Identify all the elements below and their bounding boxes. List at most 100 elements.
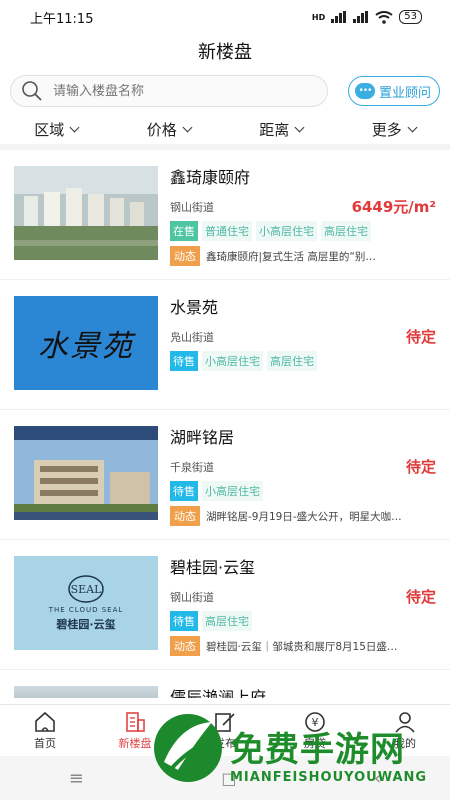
system-nav-bar: ≡ □ ‹ xyxy=(0,756,450,800)
listing-card[interactable]: 儒辰滟澜上府 xyxy=(0,670,450,698)
filter-more[interactable]: 更多 xyxy=(371,119,418,140)
status-badge: 待售 xyxy=(170,351,198,371)
listing-street: 千泉街道 xyxy=(170,460,214,474)
listing-tags: 待售 小高层住宅 xyxy=(170,481,436,501)
tab-new-homes[interactable]: 新楼盘 xyxy=(105,711,165,751)
listing-info: 碧桂园·云玺 钢山街道 待定 待售 高层住宅 动态 碧桂园·云玺｜邹城贵和展厅8… xyxy=(158,554,436,659)
listing-price: 待定 xyxy=(405,458,436,476)
status-badge: 待售 xyxy=(170,481,198,501)
listing-name: 儒辰滟澜上府 xyxy=(170,688,267,698)
listing-tags: 待售 小高层住宅 高层住宅 xyxy=(170,351,436,371)
yen-icon: ¥ xyxy=(305,711,325,732)
news-badge: 动态 xyxy=(170,246,200,266)
listing-price: 6449元/m² xyxy=(351,198,436,216)
listing-street: 凫山街道 xyxy=(170,330,214,344)
listing-price: 待定 xyxy=(405,588,436,606)
listing-card[interactable]: 水景苑 水景苑 凫山街道 待定 待售 小高层住宅 高层住宅 xyxy=(0,280,450,410)
user-icon xyxy=(395,711,415,733)
listing-photo xyxy=(14,166,158,260)
tab-mortgage[interactable]: ¥ 房贷 xyxy=(285,711,345,751)
tab-profile[interactable]: 我的 xyxy=(375,711,435,751)
listing-photo-text-en: THE CLOUD SEAL xyxy=(48,606,124,614)
tab-label: 新楼盘 xyxy=(118,736,152,750)
listing-list: 鑫琦康颐府 钢山街道 6449元/m² 在售 普通住宅 小高层住宅 高层住宅 动… xyxy=(0,150,450,698)
svg-text:SEAL: SEAL xyxy=(71,583,103,596)
filter-label: 区域 xyxy=(34,120,65,139)
search-icon xyxy=(22,81,42,101)
listing-photo xyxy=(14,426,158,520)
news-text: 鑫琦康颐府|复式生活 高层里的“别… xyxy=(206,250,376,263)
status-time: 上午11:15 xyxy=(30,11,94,27)
hd-signal-icon: HD xyxy=(311,12,326,22)
signal-icon xyxy=(331,11,347,23)
news-badge: 动态 xyxy=(170,506,200,526)
filter-price[interactable]: 价格 xyxy=(146,119,193,140)
filter-area[interactable]: 区域 xyxy=(34,119,80,140)
filter-label: 更多 xyxy=(371,120,402,139)
tab-label: 首页 xyxy=(34,736,56,750)
status-badge: 待售 xyxy=(170,611,198,631)
home-icon xyxy=(35,711,55,732)
wifi-icon xyxy=(375,10,393,24)
listing-info: 水景苑 凫山街道 待定 待售 小高层住宅 高层住宅 xyxy=(158,294,436,399)
listing-price: 待定 xyxy=(405,328,436,346)
listing-card[interactable]: 鑫琦康颐府 钢山街道 6449元/m² 在售 普通住宅 小高层住宅 高层住宅 动… xyxy=(0,150,450,280)
type-tag: 小高层住宅 xyxy=(202,481,263,501)
filter-distance[interactable]: 距离 xyxy=(259,119,305,140)
news-text: 湖畔铭居-9月19日-盛大公开，明星大咖… xyxy=(206,510,402,523)
listing-street: 钢山街道 xyxy=(170,200,214,214)
type-tag: 高层住宅 xyxy=(267,351,317,371)
filter-label: 距离 xyxy=(259,120,290,139)
status-bar: 上午11:15 HD 53 xyxy=(0,0,450,34)
listing-photo-text: 水景苑 xyxy=(38,329,134,364)
tab-label: 我的 xyxy=(394,736,416,750)
tab-label: 发布 xyxy=(214,736,236,750)
listing-tags: 待售 高层住宅 xyxy=(170,611,436,631)
listing-card[interactable]: 湖畔铭居 千泉街道 待定 待售 小高层住宅 动态 湖畔铭居-9月19日-盛大公开… xyxy=(0,410,450,540)
news-badge: 动态 xyxy=(170,636,200,656)
consultant-label: 置业顾问 xyxy=(378,85,431,101)
battery-icon: 53 xyxy=(399,10,422,24)
building-icon xyxy=(126,711,145,732)
listing-info: 湖畔铭居 千泉街道 待定 待售 小高层住宅 动态 湖畔铭居-9月19日-盛大公开… xyxy=(158,424,436,529)
listing-info: 鑫琦康颐府 钢山街道 6449元/m² 在售 普通住宅 小高层住宅 高层住宅 动… xyxy=(158,164,436,269)
search-box[interactable] xyxy=(10,75,328,107)
listing-news: 动态 碧桂园·云玺｜邹城贵和展厅8月15日盛… xyxy=(170,636,436,656)
search-input[interactable] xyxy=(53,83,283,99)
filter-label: 价格 xyxy=(146,120,177,139)
listing-news: 动态 鑫琦康颐府|复式生活 高层里的“别… xyxy=(170,246,436,266)
news-text: 碧桂园·云玺｜邹城贵和展厅8月15日盛… xyxy=(206,640,398,653)
type-tag: 高层住宅 xyxy=(202,611,252,631)
chevron-down-icon xyxy=(182,122,193,132)
seal-logo-icon: SEAL xyxy=(68,575,104,603)
search-row: ••• 置业顾问 xyxy=(0,68,450,114)
edit-icon xyxy=(215,712,235,732)
menu-icon[interactable]: ≡ xyxy=(69,768,84,789)
signal-icon-2 xyxy=(353,11,369,23)
listing-name: 碧桂园·云玺 xyxy=(170,558,256,577)
listing-tags: 在售 普通住宅 小高层住宅 高层住宅 xyxy=(170,221,436,241)
status-badge: 在售 xyxy=(170,221,198,241)
type-tag: 普通住宅 xyxy=(202,221,252,241)
consultant-button[interactable]: ••• 置业顾问 xyxy=(347,76,440,106)
tab-publish[interactable]: 发布 xyxy=(195,711,255,751)
listing-photo: SEAL THE CLOUD SEAL 碧桂园·云玺 xyxy=(14,556,158,650)
listing-name: 鑫琦康颐府 xyxy=(170,168,251,187)
filter-bar: 区域 价格 距离 更多 xyxy=(0,114,450,150)
home-button-icon[interactable]: □ xyxy=(221,769,236,788)
back-icon[interactable]: ‹ xyxy=(374,768,381,789)
listing-info: 儒辰滟澜上府 xyxy=(158,684,436,698)
listing-photo-text-cn: 碧桂园·云玺 xyxy=(56,618,116,631)
listing-name: 水景苑 xyxy=(170,298,219,317)
page-title: 新楼盘 xyxy=(198,42,252,63)
listing-photo xyxy=(14,686,158,698)
type-tag: 小高层住宅 xyxy=(256,221,317,241)
listing-news: 动态 湖畔铭居-9月19日-盛大公开，明星大咖… xyxy=(170,506,436,526)
chat-bubble-icon: ••• xyxy=(354,83,375,99)
type-tag: 高层住宅 xyxy=(321,221,371,241)
svg-text:¥: ¥ xyxy=(312,716,319,729)
chevron-down-icon xyxy=(294,122,305,132)
listing-card[interactable]: SEAL THE CLOUD SEAL 碧桂园·云玺 碧桂园·云玺 钢山街道 待… xyxy=(0,540,450,670)
tab-home[interactable]: 首页 xyxy=(15,711,75,751)
chevron-down-icon xyxy=(407,122,418,132)
